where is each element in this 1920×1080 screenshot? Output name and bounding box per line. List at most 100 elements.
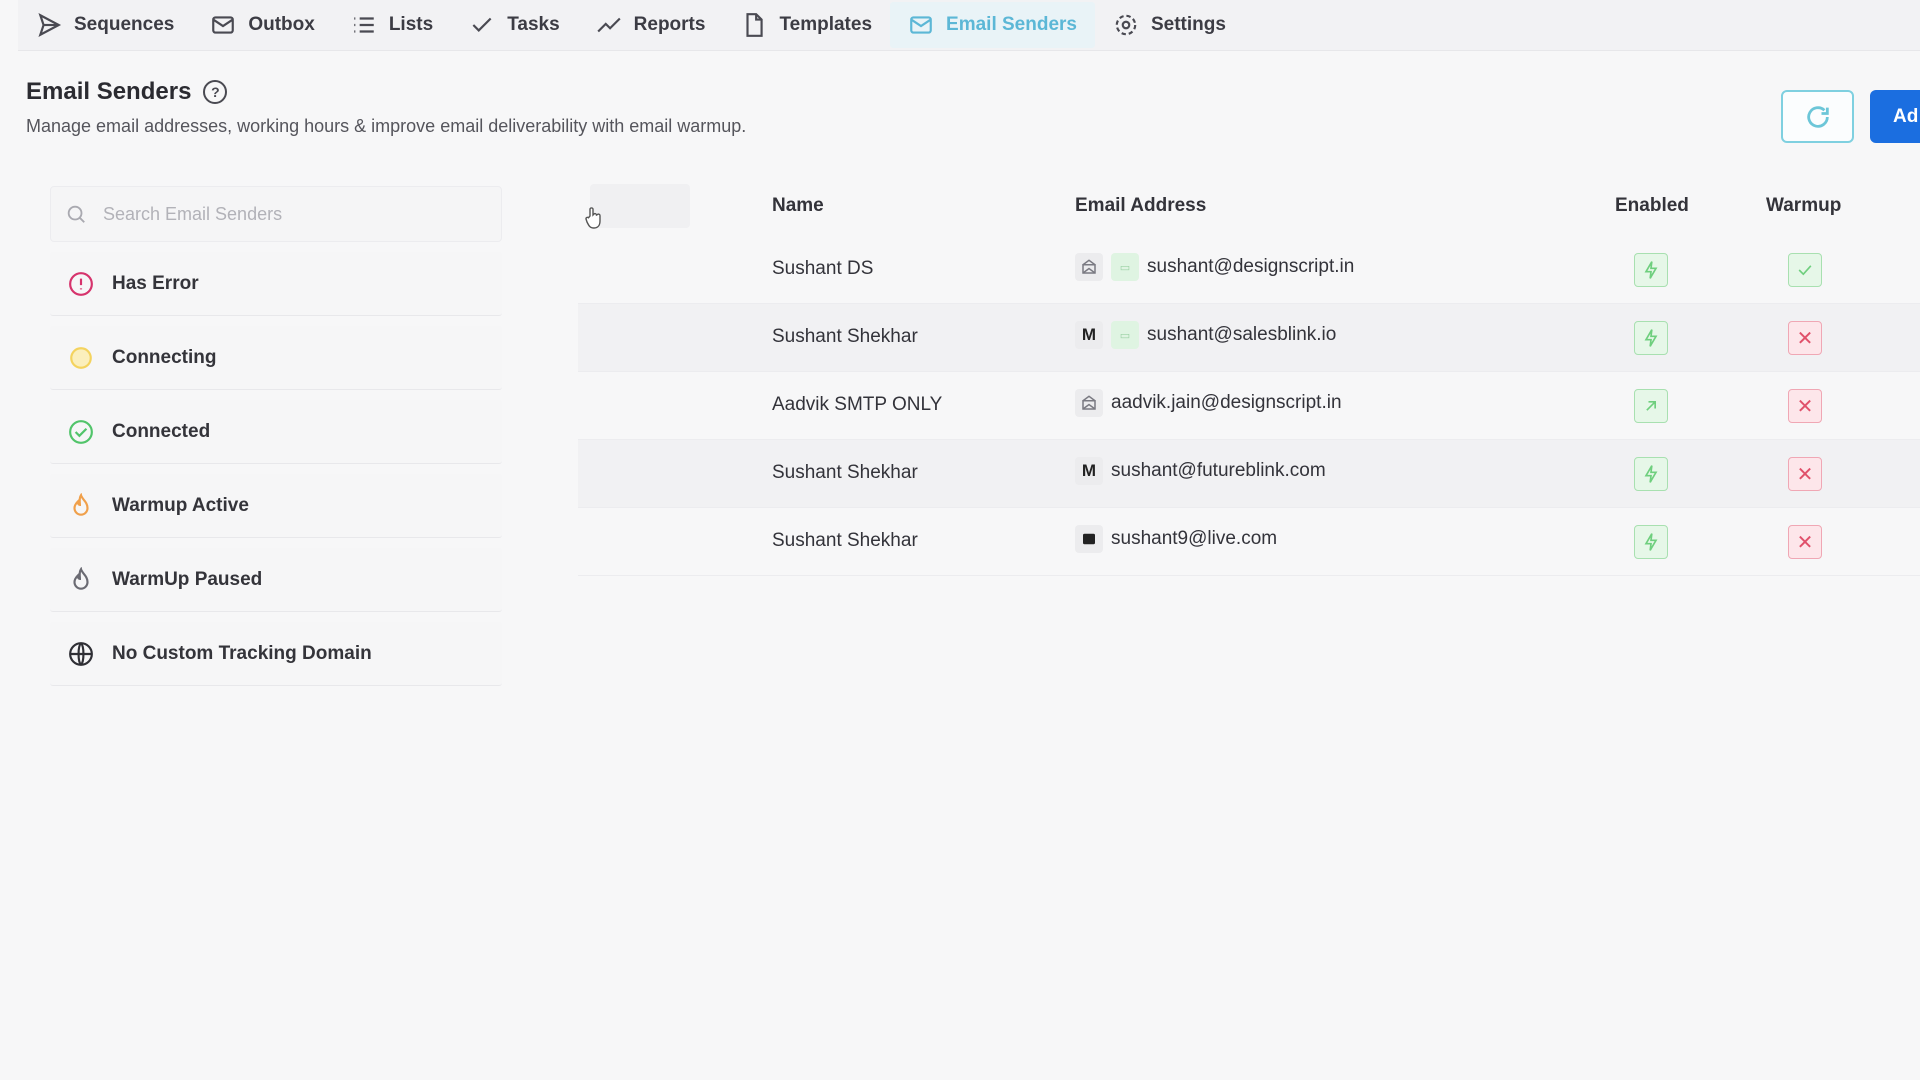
nav-label: Lists <box>388 14 434 35</box>
filter-label: No Custom Tracking Domain <box>112 642 372 664</box>
table-row[interactable]: Sushant Shekhar sushant9@live.com ✕ <box>578 508 1920 576</box>
nav-lists[interactable]: Lists <box>333 2 451 48</box>
filter-warmup-paused[interactable]: WarmUp Paused <box>50 548 502 612</box>
add-sender-button[interactable]: Ad <box>1870 90 1920 143</box>
search-input[interactable] <box>101 202 465 226</box>
sender-name: Sushant Shekhar <box>772 326 918 347</box>
bolt-icon <box>1644 465 1658 483</box>
arrow-up-right-icon <box>1646 401 1656 411</box>
warmup-toggle[interactable]: ✕ <box>1788 525 1822 559</box>
nav-label: Reports <box>633 14 706 35</box>
nav-reports[interactable]: Reports <box>578 2 724 48</box>
warmup-toggle[interactable]: ✕ <box>1788 457 1822 491</box>
filter-label: Connecting <box>112 346 217 368</box>
bolt-icon <box>1644 261 1658 279</box>
gmail-icon: M <box>1075 457 1103 485</box>
top-nav: Sequences Outbox Lists Tasks Reports Tem… <box>18 0 1920 51</box>
check-icon <box>472 17 492 32</box>
mail-icon <box>910 16 932 34</box>
filter-no-custom-tracking-domain[interactable]: No Custom Tracking Domain <box>50 622 502 686</box>
warmup-toggle[interactable]: ✕ <box>1788 321 1822 355</box>
nav-label: Email Senders <box>946 14 1077 35</box>
sender-email: sushant@futureblink.com <box>1111 460 1326 481</box>
bolt-icon <box>1644 329 1658 347</box>
enabled-toggle[interactable] <box>1634 253 1668 287</box>
trend-icon <box>597 17 621 33</box>
table-row[interactable]: Sushant Shekhar M sushant@futureblink.co… <box>578 440 1920 508</box>
nav-label: Tasks <box>507 14 560 35</box>
column-header-warmup[interactable]: Warmup <box>1766 195 1841 217</box>
close-icon: ✕ <box>1796 463 1814 486</box>
check-circle-icon <box>68 419 94 445</box>
filter-connected[interactable]: Connected <box>50 400 502 464</box>
list-icon <box>354 17 374 33</box>
nav-settings[interactable]: Settings <box>1095 2 1244 48</box>
nav-tasks[interactable]: Tasks <box>451 2 577 48</box>
refresh-button[interactable] <box>1781 90 1854 143</box>
table-row[interactable]: Sushant DS ▭ sushant@designscript.in <box>578 236 1920 304</box>
globe-icon <box>68 641 94 667</box>
sender-email: aadvik.jain@designscript.in <box>1111 392 1342 413</box>
bulk-select-dropdown[interactable] <box>590 184 690 228</box>
gear-icon <box>1115 14 1137 36</box>
sender-name: Sushant DS <box>772 258 874 279</box>
tag-icon: ▭ <box>1111 321 1139 349</box>
gmail-icon: M <box>1075 321 1103 349</box>
sender-email-cell: M sushant@futureblink.com <box>1075 457 1326 485</box>
flame-icon <box>68 492 94 519</box>
enabled-toggle[interactable] <box>1634 457 1668 491</box>
filter-label: Has Error <box>112 272 199 294</box>
nav-label: Templates <box>779 14 873 35</box>
filter-has-error[interactable]: Has Error <box>50 252 502 316</box>
outlook-icon <box>1075 525 1103 553</box>
sender-name: Sushant Shekhar <box>772 530 918 551</box>
flame-icon <box>68 566 94 593</box>
sender-email-cell: M ▭ sushant@salesblink.io <box>1075 321 1336 349</box>
nav-label: Outbox <box>248 14 315 35</box>
sender-name: Aadvik SMTP ONLY <box>772 394 943 415</box>
nav-sequences[interactable]: Sequences <box>18 2 192 48</box>
nav-label: Sequences <box>74 14 175 35</box>
table-row[interactable]: Sushant Shekhar M ▭ sushant@salesblink.i… <box>578 304 1920 372</box>
warmup-toggle[interactable]: ✕ <box>1788 389 1822 423</box>
filter-sidebar: Has Error Connecting Connected Warmup Ac… <box>50 186 502 686</box>
refresh-icon <box>1806 105 1829 128</box>
help-icon[interactable]: ? <box>203 80 228 104</box>
sender-email: sushant9@live.com <box>1111 528 1278 549</box>
check-icon <box>1798 265 1812 276</box>
sender-email: sushant@designscript.in <box>1147 256 1355 277</box>
close-icon: ✕ <box>1796 531 1814 554</box>
nav-email-senders[interactable]: Email Senders <box>890 2 1095 48</box>
smtp-icon <box>1075 389 1103 417</box>
enabled-toggle[interactable] <box>1634 525 1668 559</box>
tag-icon: ▭ <box>1111 253 1139 281</box>
column-header-enabled[interactable]: Enabled <box>1615 195 1689 217</box>
page-subtitle: Manage email addresses, working hours & … <box>26 116 747 136</box>
sender-email-cell: sushant9@live.com <box>1075 525 1277 553</box>
sender-email-cell: ▭ sushant@designscript.in <box>1075 253 1354 281</box>
sender-name: Sushant Shekhar <box>772 462 918 483</box>
bolt-icon <box>1644 533 1658 551</box>
enabled-toggle[interactable] <box>1634 321 1668 355</box>
warmup-toggle[interactable] <box>1788 253 1822 287</box>
search-icon <box>67 205 85 223</box>
table-row[interactable]: Aadvik SMTP ONLY aadvik.jain@designscrip… <box>578 372 1920 440</box>
enabled-toggle[interactable] <box>1634 389 1668 423</box>
column-header-name[interactable]: Name <box>772 195 824 217</box>
send-icon <box>38 13 62 37</box>
sender-email: sushant@salesblink.io <box>1147 324 1337 345</box>
filter-label: Connected <box>112 420 211 442</box>
filter-warmup-active[interactable]: Warmup Active <box>50 474 502 538</box>
page-title: Email Senders ? <box>26 78 228 106</box>
alert-circle-icon <box>68 271 94 297</box>
nav-templates[interactable]: Templates <box>723 2 890 48</box>
page-title-text: Email Senders <box>26 78 192 105</box>
file-icon <box>746 13 764 37</box>
smtp-icon <box>1075 253 1103 281</box>
senders-table: Name Email Address Enabled Warmup Sushan… <box>578 176 1920 576</box>
close-icon: ✕ <box>1796 395 1814 418</box>
nav-outbox[interactable]: Outbox <box>192 2 333 48</box>
filter-connecting[interactable]: Connecting <box>50 326 502 390</box>
column-header-email[interactable]: Email Address <box>1075 195 1206 217</box>
table-header: Name Email Address Enabled Warmup <box>578 176 1920 236</box>
